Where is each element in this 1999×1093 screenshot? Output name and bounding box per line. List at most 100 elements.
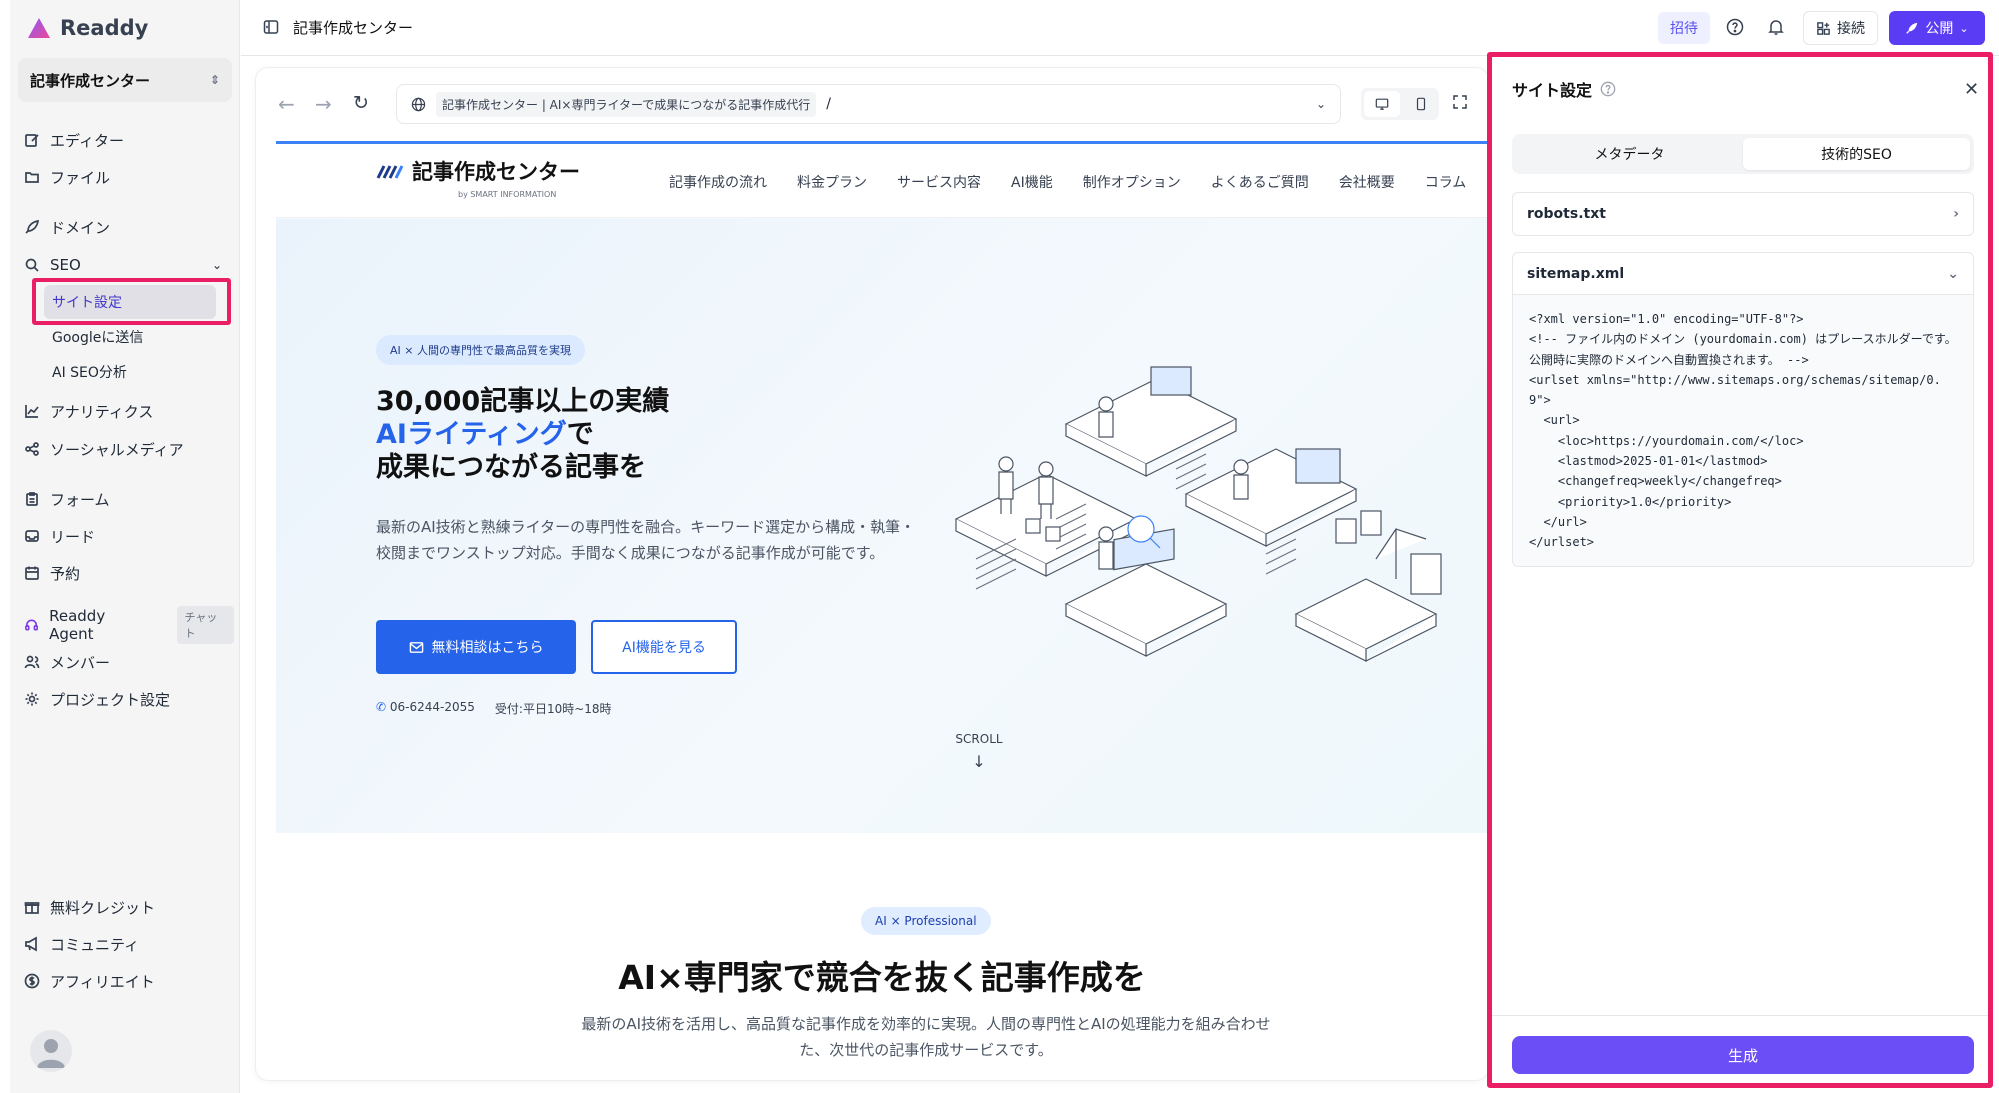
- rocket-icon: [1906, 22, 1918, 34]
- sidebar-item-affiliate[interactable]: アフィリエイト: [24, 966, 234, 996]
- sidebar-item-agent[interactable]: Readdy Agent チャット: [24, 606, 234, 644]
- sidebar-item-label: ファイル: [50, 168, 111, 187]
- sidebar-item-files[interactable]: ファイル: [24, 162, 234, 192]
- hero-description: 最新のAI技術と熟練ライターの専門性を融合。キーワード選定から構成・執筆・校閲ま…: [376, 518, 916, 562]
- sidebar-toggle-icon[interactable]: [263, 19, 279, 35]
- sidebar: Readdy 記事作成センター ⇕ エディター ファイル ドメイン SEO ⌄ …: [10, 0, 240, 1093]
- phone-number: 06-6244-2055: [389, 700, 475, 714]
- site-logo-by: by SMART INFORMATION: [458, 190, 557, 199]
- user-icon: [37, 1039, 65, 1068]
- clipboard-icon: [26, 492, 38, 506]
- scroll-indicator[interactable]: SCROLL ↓: [949, 732, 1009, 771]
- site-logo[interactable]: 記事作成センター by SMART INFORMATION: [376, 156, 580, 199]
- site-logo-text: 記事作成センター: [412, 160, 580, 184]
- sidebar-item-booking[interactable]: 予約: [24, 558, 234, 588]
- sidebar-item-social[interactable]: ソーシャルメディア: [24, 434, 234, 464]
- publish-button[interactable]: 公開 ⌄: [1889, 11, 1985, 45]
- sidebar-item-project-settings[interactable]: プロジェクト設定: [24, 684, 234, 714]
- site-nav-item[interactable]: AI機能: [1011, 172, 1053, 192]
- url-path: /: [826, 96, 831, 112]
- gear-icon: [25, 692, 39, 706]
- mobile-icon[interactable]: [1403, 88, 1439, 120]
- chevron-down-icon: ⌄: [1947, 265, 1959, 282]
- project-selector[interactable]: 記事作成センター ⇕: [18, 58, 232, 102]
- section-title: AI×専門家で競合を抜く記事作成を: [618, 958, 1146, 997]
- sitemap-label: sitemap.xml: [1527, 265, 1625, 282]
- sidebar-item-forms[interactable]: フォーム: [24, 484, 234, 514]
- sidebar-sub-google[interactable]: Googleに送信: [52, 323, 143, 351]
- connect-button[interactable]: 接続: [1803, 11, 1878, 45]
- fullscreen-icon[interactable]: [1452, 94, 1468, 110]
- bell-icon[interactable]: [1767, 18, 1785, 36]
- gift-icon: [24, 902, 40, 914]
- site-nav-item[interactable]: 会社概要: [1339, 172, 1395, 192]
- avatar[interactable]: [30, 1030, 72, 1072]
- site-nav-item[interactable]: よくあるご質問: [1211, 172, 1309, 192]
- apps-icon: [1817, 21, 1830, 35]
- scroll-label: SCROLL: [955, 732, 1003, 746]
- help-icon[interactable]: [1600, 81, 1616, 97]
- project-name: 記事作成センター: [30, 71, 151, 90]
- hero-title-line1: 30,000記事以上の実績: [376, 386, 670, 417]
- sidebar-item-analytics[interactable]: アナリティクス: [24, 396, 234, 426]
- robots-txt-row[interactable]: robots.txt ›: [1512, 192, 1974, 236]
- sidebar-item-label: アフィリエイト: [50, 972, 155, 991]
- site-nav-item[interactable]: サービス内容: [897, 172, 981, 192]
- chevron-down-icon[interactable]: ⌄: [1316, 97, 1326, 111]
- logo[interactable]: Readdy: [26, 16, 148, 40]
- reload-icon[interactable]: ↻: [353, 92, 369, 114]
- hero-title-line2-rest: で: [566, 419, 594, 450]
- tab-metadata[interactable]: メタデータ: [1516, 138, 1743, 170]
- inbox-icon: [25, 530, 39, 542]
- globe-icon: [411, 97, 426, 111]
- ai-features-button[interactable]: AI機能を見る: [591, 620, 737, 674]
- sidebar-item-label: エディター: [50, 131, 124, 150]
- sitemap-section: sitemap.xml ⌄ <?xml version="1.0" encodi…: [1512, 252, 1974, 567]
- sidebar-item-label: 無料クレジット: [50, 898, 156, 917]
- help-icon[interactable]: [1726, 18, 1744, 36]
- sidebar-sub-ai-seo[interactable]: AI SEO分析: [52, 358, 127, 386]
- hero-title: 30,000記事以上の実績 AIライティングで 成果につながる記事を: [376, 385, 669, 484]
- sidebar-item-community[interactable]: コミュニティ: [24, 929, 234, 959]
- sitemap-code[interactable]: <?xml version="1.0" encoding="UTF-8"?> <…: [1513, 295, 1973, 566]
- device-switcher: [1361, 88, 1439, 120]
- tab-technical-seo[interactable]: 技術的SEO: [1743, 138, 1970, 170]
- url-bar[interactable]: 記事作成センター | AI×専門ライターで成果につながる記事作成代行 / ⌄: [396, 84, 1341, 124]
- sidebar-item-seo[interactable]: SEO ⌄: [24, 250, 234, 280]
- back-icon[interactable]: ←: [278, 92, 295, 116]
- sitemap-header[interactable]: sitemap.xml ⌄: [1513, 253, 1973, 295]
- sidebar-item-editor[interactable]: エディター: [24, 125, 234, 155]
- site-nav-item[interactable]: 制作オプション: [1083, 172, 1181, 192]
- sidebar-item-label: コミュニティ: [50, 935, 140, 954]
- sidebar-item-members[interactable]: メンバー: [24, 647, 234, 677]
- chevron-down-icon: ⌄: [1959, 21, 1969, 35]
- panel-tabs: メタデータ 技術的SEO: [1512, 134, 1974, 174]
- sidebar-item-label: Readdy Agent: [49, 607, 106, 643]
- forward-icon[interactable]: →: [315, 92, 332, 116]
- invite-button[interactable]: 招待: [1658, 12, 1710, 44]
- site-nav-item[interactable]: コラム: [1425, 172, 1467, 192]
- features-section: AI × Professional AI×専門家で競合を抜く記事作成を 最新のA…: [276, 833, 1488, 1061]
- page-title-chip: 記事作成センター | AI×専門ライターで成果につながる記事作成代行: [436, 91, 817, 117]
- sidebar-item-domain[interactable]: ドメイン: [24, 212, 234, 242]
- sidebar-item-label: フォーム: [50, 490, 110, 509]
- logo-text: Readdy: [60, 16, 149, 40]
- search-icon: [25, 258, 39, 272]
- free-consultation-button[interactable]: 無料相談はこちら: [376, 620, 576, 674]
- users-icon: [24, 655, 40, 669]
- site-nav-item[interactable]: 料金プラン: [797, 172, 867, 192]
- contact-info: ✆ 06-6244-2055 受付:平日10時~18時: [376, 700, 612, 717]
- site-settings-panel: サイト設定 ✕ メタデータ 技術的SEO robots.txt › sitema…: [1487, 52, 1993, 1088]
- site-nav-item[interactable]: 記事作成の流れ: [669, 172, 767, 192]
- divider: [1492, 1015, 1988, 1016]
- calendar-icon: [25, 566, 39, 580]
- close-icon[interactable]: ✕: [1964, 79, 1979, 100]
- hero-badge: AI × 人間の専門性で最高品質を実現: [376, 335, 585, 365]
- desktop-icon[interactable]: [1364, 91, 1400, 117]
- sidebar-item-label: プロジェクト設定: [50, 690, 171, 709]
- sidebar-item-credits[interactable]: 無料クレジット: [24, 892, 234, 922]
- business-hours: 受付:平日10時~18時: [494, 702, 612, 716]
- sidebar-item-leads[interactable]: リード: [24, 521, 234, 551]
- generate-button[interactable]: 生成: [1512, 1036, 1974, 1074]
- browser-toolbar: ← → ↻ 記事作成センター | AI×専門ライターで成果につながる記事作成代行…: [256, 68, 1488, 138]
